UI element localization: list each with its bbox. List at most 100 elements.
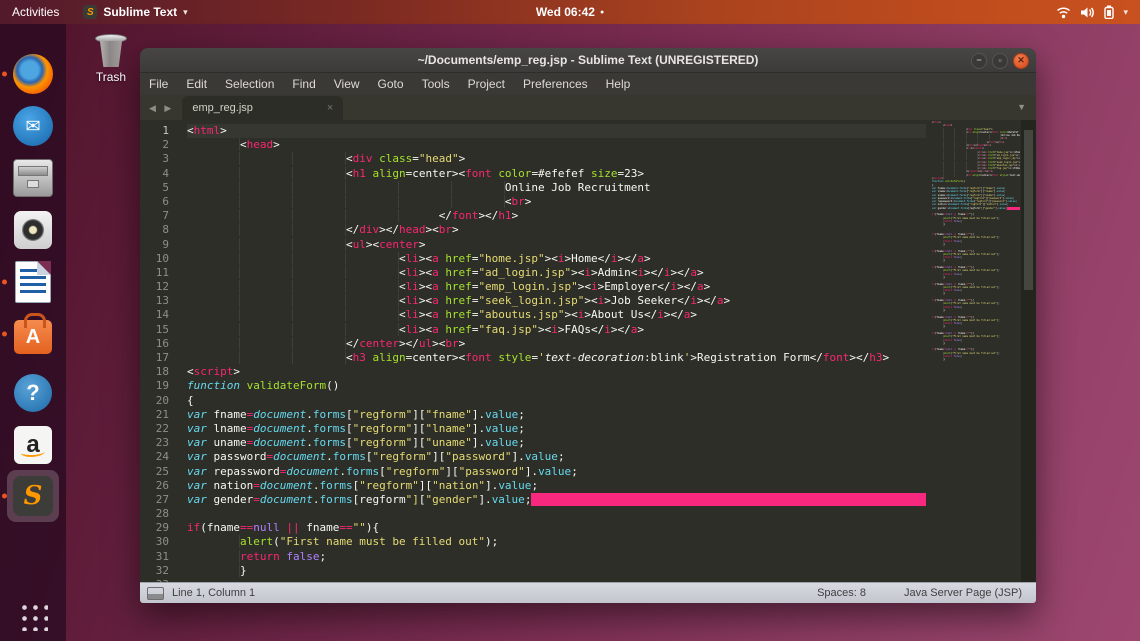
line-number-20: 20 — [140, 394, 178, 408]
code-line-28[interactable] — [187, 507, 926, 521]
line-number-17: 17 — [140, 351, 178, 365]
maximize-icon[interactable]: ▫ — [992, 53, 1008, 69]
code-line-14[interactable]: <li><a href="aboutus.jsp"><i>About Us</i… — [187, 308, 926, 322]
window-titlebar[interactable]: ~/Documents/emp_reg.jsp - Sublime Text (… — [140, 48, 1036, 73]
activities-label: Activities — [12, 5, 59, 19]
code-line-11[interactable]: <li><a href="ad_login.jsp"><i>Admin<i></… — [187, 266, 926, 280]
code-line-2[interactable]: <head> — [187, 138, 926, 152]
code-line-29[interactable]: if(fname==null || fname==""){ — [187, 521, 926, 535]
tab-scroll-arrows[interactable]: ◀ ▶ — [149, 103, 174, 114]
code-line-7[interactable]: </font></h1> — [187, 209, 926, 223]
dock-item-libreoffice-writer[interactable] — [11, 260, 55, 304]
line-number-24: 24 — [140, 450, 178, 464]
minimize-icon[interactable]: − — [971, 53, 987, 69]
activities-button[interactable]: Activities — [0, 0, 71, 24]
code-line-17[interactable]: <h3 align=center><font style='text-decor… — [187, 351, 926, 365]
code-line-5[interactable]: Online Job Recruitment — [187, 181, 926, 195]
dock-item-help[interactable]: ? — [11, 371, 55, 415]
code-line-6[interactable]: <br> — [187, 195, 926, 209]
code-line-4[interactable]: <h1 align=center><font color=#efefef siz… — [187, 167, 926, 181]
code-line-17[interactable]: <h3 align=center><font style='text-decor… — [932, 174, 1020, 177]
trash-shortcut[interactable]: Trash — [84, 34, 138, 84]
system-tray-button[interactable]: ▾ — [1048, 0, 1136, 24]
menu-item-view[interactable]: View — [325, 77, 369, 91]
code-line-13[interactable]: <li><a href="seek_login.jsp"><i>Job Seek… — [187, 294, 926, 308]
code-line-32[interactable]: } — [187, 564, 926, 578]
code-line-27[interactable]: var gender=document.forms[regform"]["gen… — [187, 493, 926, 507]
menu-item-file[interactable]: File — [140, 77, 177, 91]
code-area[interactable]: <html> <head> <div class="head"> <h1 ali… — [178, 120, 926, 583]
menu-item-find[interactable]: Find — [283, 77, 324, 91]
tab-label: emp_reg.jsp — [192, 102, 253, 114]
code-line-16[interactable]: </center></ul><br> — [187, 337, 926, 351]
dock-item-files[interactable] — [11, 156, 55, 200]
firefox-icon — [13, 54, 53, 94]
code-line-19[interactable]: function validateForm() — [187, 379, 926, 393]
code-line-26[interactable]: var nation=document.forms["regform"]["na… — [187, 479, 926, 493]
menu-item-goto[interactable]: Goto — [369, 77, 413, 91]
menu-item-help[interactable]: Help — [597, 77, 640, 91]
menu-item-tools[interactable]: Tools — [413, 77, 459, 91]
dock-item-thunderbird[interactable]: ✉ — [11, 104, 55, 148]
line-number-31: 31 — [140, 550, 178, 564]
code-line-3[interactable]: <div class="head"> — [187, 152, 926, 166]
menu-item-project[interactable]: Project — [459, 77, 514, 91]
minimap[interactable]: <html> <head> <div class="head"> <h1 ali… — [932, 121, 1020, 583]
dock: ✉ A? aS — [0, 24, 66, 641]
scrollbar-track[interactable] — [1021, 120, 1036, 583]
line-number-5: 5 — [140, 181, 178, 195]
code-line-8[interactable]: </div></head><br> — [187, 223, 926, 237]
line-number-12: 12 — [140, 280, 178, 294]
line-number-2: 2 — [140, 138, 178, 152]
code-line-12[interactable]: <li><a href="emp_login.jsp"><i>Employer<… — [187, 280, 926, 294]
line-number-29: 29 — [140, 521, 178, 535]
dock-item-rhythmbox[interactable] — [11, 208, 55, 252]
scrollbar-thumb[interactable] — [1024, 130, 1033, 290]
code-line-32[interactable]: } — [932, 358, 1020, 361]
menu-item-preferences[interactable]: Preferences — [514, 77, 597, 91]
indent-setting[interactable]: Spaces: 8 — [817, 587, 866, 599]
dock-item-sublime-text[interactable]: S — [11, 474, 55, 518]
code-line-15[interactable]: <li><a href="faq.jsp"><i>FAQs</i></a> — [187, 323, 926, 337]
vintage-mode-icon[interactable] — [147, 587, 164, 600]
syntax-setting[interactable]: Java Server Page (JSP) — [904, 587, 1022, 599]
code-editor[interactable]: 1234567891011121314151617181920212223242… — [140, 120, 1036, 583]
code-line-31[interactable]: return false; — [187, 550, 926, 564]
code-line-27[interactable]: var gender=document.forms[regform"]["gen… — [932, 207, 1020, 210]
code-line-22[interactable]: var lname=document.forms["regform"]["lna… — [187, 422, 926, 436]
line-number-gutter: 1234567891011121314151617181920212223242… — [140, 120, 178, 583]
line-number-28: 28 — [140, 507, 178, 521]
line-number-19: 19 — [140, 379, 178, 393]
code-line-21[interactable]: var fname=document.forms["regform"]["fna… — [187, 408, 926, 422]
caret-position-label: Line 1, Column 1 — [172, 587, 255, 599]
show-applications-button[interactable] — [18, 601, 48, 631]
app-menu-button[interactable]: S Sublime Text ▾ — [71, 0, 199, 24]
code-line-25[interactable]: var repassword=document.forms["regform"]… — [187, 465, 926, 479]
pink-highlight-bar — [1007, 207, 1020, 210]
code-line-1[interactable]: <html> — [187, 124, 926, 138]
dock-item-firefox[interactable] — [11, 52, 55, 96]
dock-item-ubuntu-software[interactable]: A — [11, 312, 55, 356]
trash-icon-body — [99, 41, 123, 67]
code-line-10[interactable]: <li><a href="home.jsp"><i>Home</i></a> — [187, 252, 926, 266]
dock-item-amazon[interactable]: a — [11, 423, 55, 467]
wifi-icon — [1056, 6, 1071, 19]
tab-emp-reg-jsp[interactable]: emp_reg.jsp × — [182, 96, 343, 120]
code-line-24[interactable]: var password=document.forms["regform"]["… — [187, 450, 926, 464]
running-indicator-dot — [2, 280, 7, 285]
code-line-9[interactable]: <ul><center> — [187, 238, 926, 252]
code-line-20[interactable]: { — [187, 394, 926, 408]
menu-item-selection[interactable]: Selection — [216, 77, 283, 91]
code-line-30[interactable]: alert("First name must be filled out"); — [187, 535, 926, 549]
line-number-30: 30 — [140, 535, 178, 549]
tab-close-icon[interactable]: × — [327, 102, 333, 114]
menu-item-edit[interactable]: Edit — [177, 77, 216, 91]
line-number-26: 26 — [140, 479, 178, 493]
tab-overflow-icon[interactable]: ▼ — [1017, 102, 1026, 112]
running-indicator-dot — [2, 332, 7, 337]
code-line-23[interactable]: var uname=document.forms["regform"]["una… — [187, 436, 926, 450]
code-line-18[interactable]: <script> — [187, 365, 926, 379]
app-menu-label: Sublime Text — [103, 5, 177, 19]
clock-button[interactable]: Wed 06:42 ● — [536, 5, 604, 19]
close-icon[interactable]: ✕ — [1013, 53, 1029, 69]
